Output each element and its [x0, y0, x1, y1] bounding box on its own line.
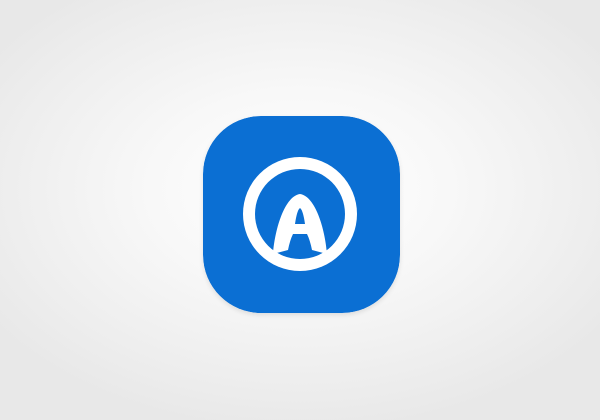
app-icon[interactable]	[203, 116, 400, 313]
letter-a-in-circle-icon	[203, 116, 400, 313]
icon-ring-inner	[255, 169, 345, 259]
launcher-background: { "app_icon": { "icon": "letter-a-in-cir…	[0, 0, 600, 420]
